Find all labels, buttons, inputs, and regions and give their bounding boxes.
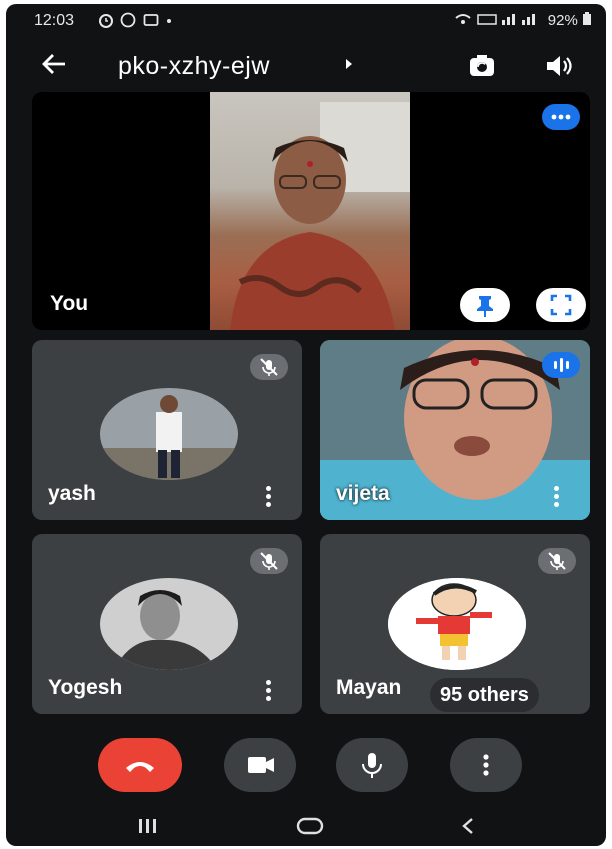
status-bar: 12:03 92% — [6, 4, 606, 38]
self-tile-label: You — [50, 292, 89, 315]
status-right: 92% — [454, 12, 592, 29]
message-icon — [143, 14, 159, 26]
pin-icon[interactable] — [460, 288, 510, 322]
avatar-yogesh — [100, 578, 238, 670]
speaking-indicator-icon — [542, 352, 580, 378]
more-options-icon[interactable] — [266, 680, 272, 702]
camera-icon — [248, 757, 274, 773]
participant-tile-mayan[interactable]: Mayan 95 others — [320, 534, 590, 714]
self-video-feed — [210, 92, 410, 330]
whatsapp-icon — [121, 12, 136, 28]
self-options-icon[interactable] — [542, 104, 580, 130]
status-time: 12:03 — [34, 12, 75, 29]
nav-back-icon[interactable] — [458, 816, 478, 842]
back-arrow-icon[interactable] — [40, 50, 68, 84]
participant-name-yogesh: Yogesh — [48, 676, 123, 699]
self-video-tile[interactable]: You — [32, 92, 590, 330]
avatar-mayan — [388, 578, 526, 670]
phone-screen: 12:03 92% pko-xzhy-ejw You yash vijeta Y… — [6, 4, 606, 846]
more-options-icon[interactable] — [554, 486, 560, 508]
more-actions-button[interactable] — [450, 738, 522, 792]
participant-tile-yogesh[interactable]: Yogesh — [32, 534, 302, 714]
mic-toggle-button[interactable] — [336, 738, 408, 792]
mic-icon — [362, 753, 382, 778]
battery-icon — [583, 12, 591, 25]
mic-off-icon — [250, 548, 288, 574]
battery-percent: 92% — [547, 12, 578, 29]
meeting-app-bar: pko-xzhy-ejw — [6, 40, 606, 96]
dot-icon — [167, 19, 172, 23]
alarm-icon — [99, 14, 113, 28]
participant-name-yash: yash — [48, 482, 96, 505]
meeting-info-arrow-icon[interactable] — [344, 57, 354, 73]
home-icon[interactable] — [296, 816, 324, 842]
end-call-button[interactable] — [98, 738, 182, 792]
more-options-icon[interactable] — [266, 486, 272, 508]
fullscreen-icon[interactable] — [536, 288, 586, 322]
others-count-badge[interactable]: 95 others — [430, 678, 539, 712]
more-options-icon — [483, 754, 489, 776]
notification-icons — [98, 12, 173, 31]
end-call-icon — [126, 762, 154, 772]
signal-icon — [454, 14, 535, 25]
avatar-yash — [100, 388, 238, 480]
switch-camera-icon[interactable] — [466, 50, 498, 82]
mic-off-icon — [538, 548, 576, 574]
speaker-icon[interactable] — [542, 50, 574, 82]
others-count-label: 95 others — [440, 684, 529, 706]
recent-apps-icon[interactable] — [136, 816, 160, 842]
participant-name-mayan: Mayan — [336, 676, 402, 699]
participant-tile-vijeta[interactable]: vijeta — [320, 340, 590, 520]
meeting-code[interactable]: pko-xzhy-ejw — [118, 52, 270, 81]
mic-off-icon — [250, 354, 288, 380]
participant-name-vijeta: vijeta — [336, 482, 390, 505]
participant-tile-yash[interactable]: yash — [32, 340, 302, 520]
camera-toggle-button[interactable] — [224, 738, 296, 792]
